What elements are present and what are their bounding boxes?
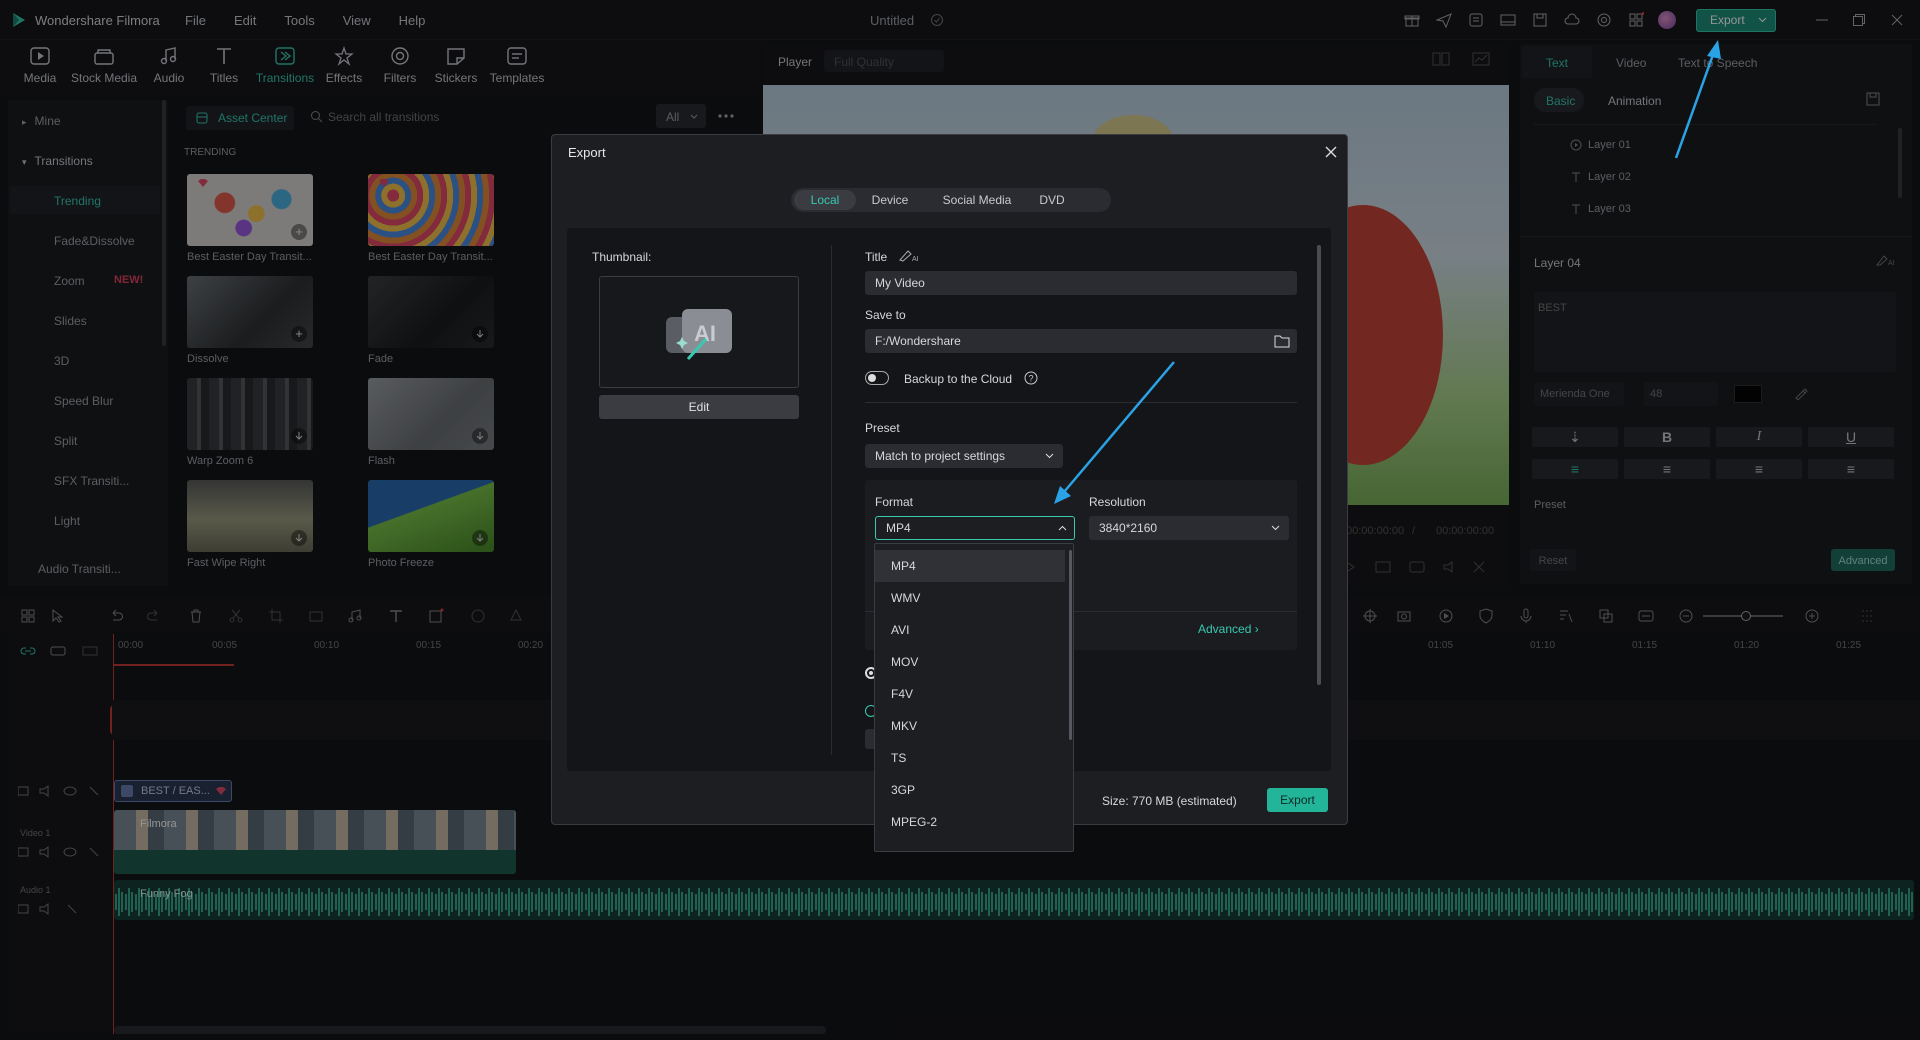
resolution-dropdown[interactable]: 3840*2160 xyxy=(1089,516,1289,540)
ai-thumbnail-icon: AI xyxy=(662,305,738,363)
dropdown-scrollbar[interactable] xyxy=(1069,550,1072,740)
format-option-f4v[interactable]: F4V xyxy=(875,678,1065,710)
backup-toggle[interactable] xyxy=(865,371,889,385)
format-option-3gp[interactable]: 3GP xyxy=(875,774,1065,806)
format-option-mkv[interactable]: MKV xyxy=(875,710,1065,742)
format-option-mpeg2[interactable]: MPEG-2 xyxy=(875,806,1065,838)
tab-device[interactable]: Device xyxy=(859,188,921,212)
format-option-wmv[interactable]: WMV xyxy=(875,582,1065,614)
save-to-input[interactable]: F:/Wondershare xyxy=(865,329,1297,353)
size-label: Size: xyxy=(1102,794,1129,808)
chevron-down-icon xyxy=(1045,453,1054,459)
format-option-ts[interactable]: TS xyxy=(875,742,1065,774)
thumbnail-label: Thumbnail: xyxy=(592,250,652,264)
resolution-label: Resolution xyxy=(1089,495,1146,509)
close-icon[interactable] xyxy=(1324,145,1338,159)
title-input[interactable]: My Video xyxy=(865,271,1297,295)
chevron-down-icon xyxy=(1271,525,1280,531)
preset-label: Preset xyxy=(865,421,900,435)
tab-local[interactable]: Local xyxy=(794,190,856,210)
dialog-scrollbar[interactable] xyxy=(1317,245,1321,685)
folder-icon[interactable] xyxy=(1274,334,1290,348)
backup-toggle-knob xyxy=(868,374,876,382)
save-to-label: Save to xyxy=(865,308,906,322)
format-dropdown[interactable]: MP4 xyxy=(875,516,1075,540)
chevron-right-icon: › xyxy=(1254,622,1259,636)
export-tabs: Local Device Social Media DVD xyxy=(791,188,1111,212)
format-option-mov[interactable]: MOV xyxy=(875,646,1065,678)
svg-text:AI: AI xyxy=(912,256,919,262)
format-label: Format xyxy=(875,495,914,509)
tab-dvd[interactable]: DVD xyxy=(1029,188,1075,212)
ai-pen-icon[interactable]: AI xyxy=(899,248,919,262)
help-icon[interactable]: ? xyxy=(1024,371,1038,385)
dialog-export-button[interactable]: Export xyxy=(1267,788,1328,812)
format-option-mp4[interactable]: MP4 xyxy=(875,550,1065,582)
size-value: 770 MB (estimated) xyxy=(1132,794,1237,808)
column-divider xyxy=(831,245,832,755)
thumbnail-box[interactable]: AI xyxy=(599,276,799,388)
title-label: Title xyxy=(865,250,888,264)
preset-dropdown[interactable]: Match to project settings xyxy=(865,444,1063,468)
chevron-up-icon xyxy=(1058,525,1067,531)
form-divider xyxy=(865,402,1297,403)
dialog-title: Export xyxy=(568,145,606,160)
format-dropdown-list: MP4 WMV AVI MOV F4V MKV TS 3GP MPEG-2 xyxy=(874,543,1074,852)
backup-label: Backup to the Cloud xyxy=(904,372,1013,386)
edit-thumbnail-button[interactable]: Edit xyxy=(599,395,799,419)
format-option-avi[interactable]: AVI xyxy=(875,614,1065,646)
tab-social-media[interactable]: Social Media xyxy=(931,188,1023,212)
svg-text:?: ? xyxy=(1029,374,1034,384)
advanced-link[interactable]: Advanced › xyxy=(1198,622,1259,636)
